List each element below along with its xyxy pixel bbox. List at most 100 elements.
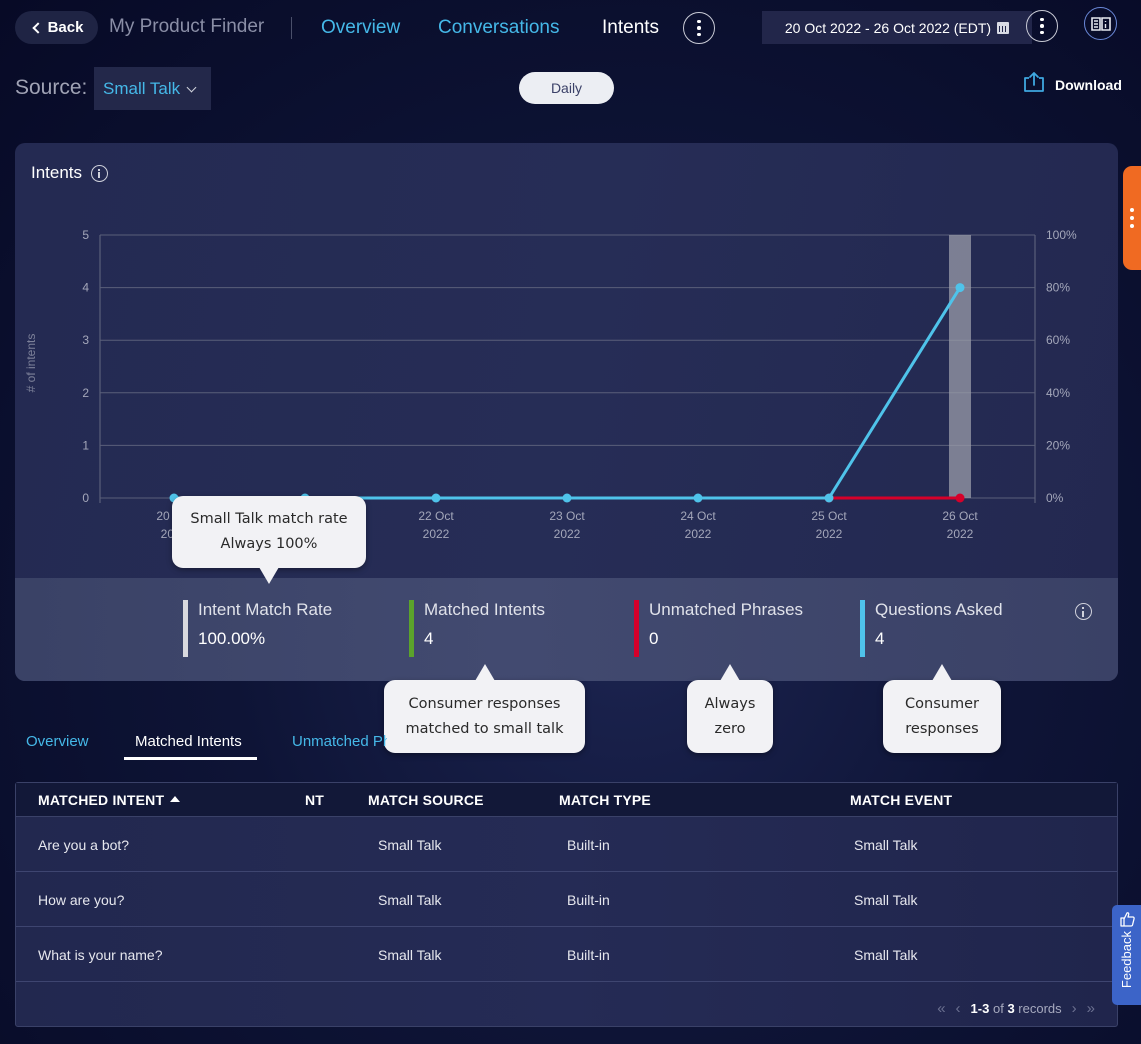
pager-range: 1-3 (970, 1001, 990, 1016)
callout-line: matched to small talk (405, 720, 564, 737)
date-range-picker[interactable]: 20 Oct 2022 - 26 Oct 2022 (EDT) (762, 11, 1032, 44)
metric-questions-asked: Questions Asked 4 (860, 600, 1003, 657)
granularity-toggle[interactable]: Daily (519, 72, 614, 104)
callout-line: Always (704, 695, 756, 712)
feedback-label: Feedback (1119, 931, 1134, 989)
cell-matched-intent: How are you? (38, 892, 125, 908)
source-dropdown[interactable]: Small Talk (94, 67, 211, 110)
book-icon (1090, 16, 1111, 31)
metric-value: 4 (424, 629, 434, 648)
chevron-left-icon (31, 21, 44, 34)
y2-tick-label: 100% (1046, 228, 1077, 242)
y-tick-label: 0 (82, 491, 89, 505)
y2-tick-label: 60% (1046, 333, 1070, 347)
cell-match-source: Small Talk (378, 892, 442, 908)
last-page-icon[interactable]: » (1087, 1000, 1095, 1017)
prev-page-icon[interactable]: ‹ (956, 1000, 961, 1017)
metric-unmatched-phrases: Unmatched Phrases 0 (634, 600, 803, 657)
source-value: Small Talk (103, 78, 181, 98)
date-range-value: 20 Oct 2022 - 26 Oct 2022 (EDT) (784, 19, 992, 36)
column-header-match-type[interactable]: MATCH TYPE (559, 792, 651, 808)
calendar-icon (997, 21, 1010, 34)
pager-suffix: records (1018, 1001, 1062, 1016)
metric-value: 0 (649, 629, 659, 648)
more-icon (697, 19, 701, 24)
y-tick-label: 2 (82, 386, 89, 400)
nav-conversations[interactable]: Conversations (438, 17, 559, 39)
column-header-matched-intent[interactable]: MATCHED INTENT (38, 792, 181, 808)
table-row[interactable]: How are you? Small Talk Built-in Small T… (16, 872, 1117, 927)
table-row[interactable]: What is your name? Small Talk Built-in S… (16, 927, 1117, 982)
download-button[interactable]: Download (1022, 71, 1122, 93)
callout-match-rate: Small Talk match rate Always 100% (172, 496, 366, 584)
data-point (824, 493, 834, 503)
data-point (562, 493, 572, 503)
pager-of: of (992, 1001, 1004, 1016)
cell-matched-intent: Are you a bot? (38, 837, 130, 853)
y-tick-label: 4 (82, 281, 89, 295)
column-header-match-event[interactable]: MATCH EVENT (850, 792, 952, 808)
pagination: « ‹ 1-3 of 3 records › » (937, 1000, 1095, 1017)
side-panel-toggle[interactable] (1123, 166, 1141, 270)
x-tick-label: 2022 (816, 527, 843, 541)
next-page-icon[interactable]: › (1072, 1000, 1077, 1017)
y2-tick-label: 80% (1046, 281, 1070, 295)
table-row[interactable]: Are you a bot? Small Talk Built-in Small… (16, 817, 1117, 872)
intents-more-button[interactable] (683, 12, 715, 44)
column-header-nt[interactable]: NT (305, 792, 324, 808)
y-axis-label: # of intents (24, 334, 38, 393)
data-point (431, 493, 441, 503)
cell-match-type: Built-in (567, 947, 610, 963)
y2-tick-label: 0% (1046, 491, 1064, 505)
table-header: MATCHED INTENT NT MATCH SOURCE MATCH TYP… (16, 783, 1117, 817)
metrics-info-icon[interactable] (1075, 603, 1092, 620)
cell-match-type: Built-in (567, 837, 610, 853)
intents-chart-card: Intents 012345 0%20%40%60%80%100% 20 Oct… (15, 143, 1118, 681)
metric-color-bar (860, 600, 865, 657)
nav-overview[interactable]: Overview (321, 17, 400, 39)
more-icon (1130, 208, 1134, 212)
tab-matched-intents[interactable]: Matched Intents (135, 733, 242, 750)
metric-color-bar (409, 600, 414, 657)
app-title: My Product Finder (109, 16, 265, 37)
help-guide-button[interactable] (1084, 7, 1117, 40)
metric-label: Intent Match Rate (198, 600, 333, 619)
callout-unmatched-phrases: Always zero (687, 664, 773, 753)
back-label: Back (47, 19, 84, 36)
tab-unmatched-phrases[interactable]: Unmatched Phrases (292, 733, 387, 750)
column-header-label: MATCHED INTENT (38, 792, 165, 808)
page-more-button[interactable] (1026, 10, 1058, 42)
divider (291, 17, 292, 39)
x-tick-label: 25 Oct (811, 509, 847, 523)
thumbs-up-icon (1119, 912, 1135, 927)
data-point (955, 283, 965, 293)
back-button[interactable]: Back (15, 11, 98, 44)
download-label: Download (1055, 77, 1122, 93)
cell-match-source: Small Talk (378, 837, 442, 853)
metrics-bar: Intent Match Rate 100.00% Matched Intent… (15, 578, 1118, 681)
matched-intents-table: MATCHED INTENT NT MATCH SOURCE MATCH TYP… (15, 782, 1118, 1027)
source-label: Source: (15, 76, 88, 99)
callout-line: responses (905, 720, 979, 737)
metric-value: 4 (875, 629, 885, 648)
y2-tick-label: 20% (1046, 438, 1070, 452)
cell-match-type: Built-in (567, 892, 610, 908)
metric-intent-match-rate: Intent Match Rate 100.00% (183, 600, 332, 657)
metric-label: Unmatched Phrases (649, 600, 804, 619)
x-tick-label: 24 Oct (680, 509, 716, 523)
chevron-down-icon (186, 82, 197, 92)
cell-match-event: Small Talk (854, 947, 918, 963)
nav-intents[interactable]: Intents (602, 17, 659, 39)
x-tick-label: 26 Oct (942, 509, 978, 523)
column-header-match-source[interactable]: MATCH SOURCE (368, 792, 484, 808)
upload-export-icon (1024, 72, 1044, 92)
pagination-summary: 1-3 of 3 records (971, 1001, 1062, 1016)
tab-overview[interactable]: Overview (26, 733, 89, 750)
metric-value: 100.00% (198, 629, 266, 648)
y-tick-label: 3 (82, 333, 89, 347)
y-tick-label: 5 (82, 228, 89, 242)
first-page-icon[interactable]: « (937, 1000, 945, 1017)
more-icon (1040, 17, 1044, 22)
data-point (955, 493, 965, 503)
feedback-button[interactable]: Feedback (1112, 905, 1141, 1005)
